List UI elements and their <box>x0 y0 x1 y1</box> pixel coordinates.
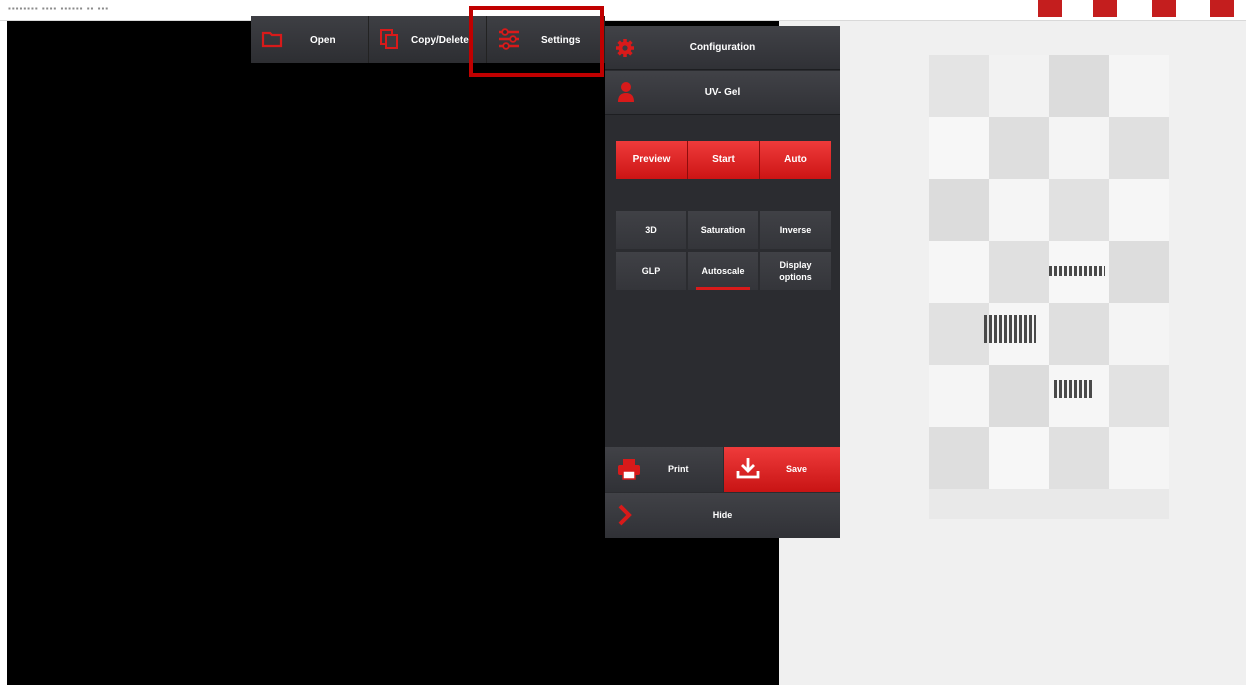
3d-label: 3D <box>645 225 657 235</box>
title-control-4[interactable] <box>1210 0 1234 17</box>
copy-delete-tab[interactable]: Copy/Delete <box>369 16 487 63</box>
copy-delete-label: Copy/Delete <box>411 35 469 46</box>
settings-panel: Configuration UV- Gel Preview Start Auto… <box>605 26 840 538</box>
print-label: Print <box>668 464 689 474</box>
window-title-bar: ▪▪▪▪▪▪▪▪ ▪▪▪▪ ▪▪▪▪▪▪ ▪▪ ▪▪▪ <box>0 0 1246 21</box>
printer-icon <box>618 459 640 480</box>
title-control-2[interactable] <box>1093 0 1117 17</box>
gel-thumbnail-2[interactable] <box>984 315 1036 343</box>
folder-icon <box>261 31 283 48</box>
hide-label: Hide <box>712 510 733 520</box>
inverse-label: Inverse <box>779 225 812 235</box>
thumbnail-area <box>779 21 1246 685</box>
3d-button[interactable]: 3D <box>616 211 686 249</box>
uv-gel-button[interactable]: UV- Gel <box>605 71 840 115</box>
saturation-label: Saturation <box>700 225 746 235</box>
copy-icon <box>380 29 398 49</box>
open-label: Open <box>310 35 336 46</box>
title-bar-text: ▪▪▪▪▪▪▪▪ ▪▪▪▪ ▪▪▪▪▪▪ ▪▪ ▪▪▪ <box>8 4 110 13</box>
inverse-button[interactable]: Inverse <box>760 211 831 249</box>
glp-button[interactable]: GLP <box>616 252 686 290</box>
save-label: Save <box>786 464 808 474</box>
uv-gel-label: UV- Gel <box>704 87 741 98</box>
gel-thumbnail-3[interactable] <box>1054 380 1094 398</box>
settings-label: Settings <box>541 35 581 46</box>
settings-tab[interactable]: Settings <box>487 16 605 63</box>
display-options-button[interactable]: Display options <box>760 252 831 290</box>
active-indicator <box>696 287 750 290</box>
glp-label: GLP <box>641 266 661 276</box>
start-button[interactable]: Start <box>688 141 760 179</box>
thumbnail-grid <box>929 55 1169 519</box>
display-options-label: Display options <box>779 260 812 282</box>
saturation-button[interactable]: Saturation <box>688 211 758 249</box>
title-control-1[interactable] <box>1038 0 1062 17</box>
save-button[interactable]: Save <box>724 447 840 492</box>
gel-thumbnail-1[interactable] <box>1049 266 1105 276</box>
configuration-label: Configuration <box>689 42 756 53</box>
auto-button[interactable]: Auto <box>760 141 831 179</box>
hide-button[interactable]: Hide <box>605 493 840 538</box>
preview-button[interactable]: Preview <box>616 141 688 179</box>
open-tab[interactable]: Open <box>251 16 369 63</box>
configuration-button[interactable]: Configuration <box>605 26 840 70</box>
title-control-3[interactable] <box>1152 0 1176 17</box>
print-button[interactable]: Print <box>605 447 723 492</box>
sliders-icon <box>499 28 519 50</box>
autoscale-label: Autoscale <box>701 266 745 276</box>
autoscale-button[interactable]: Autoscale <box>688 252 758 290</box>
download-icon <box>736 458 760 479</box>
